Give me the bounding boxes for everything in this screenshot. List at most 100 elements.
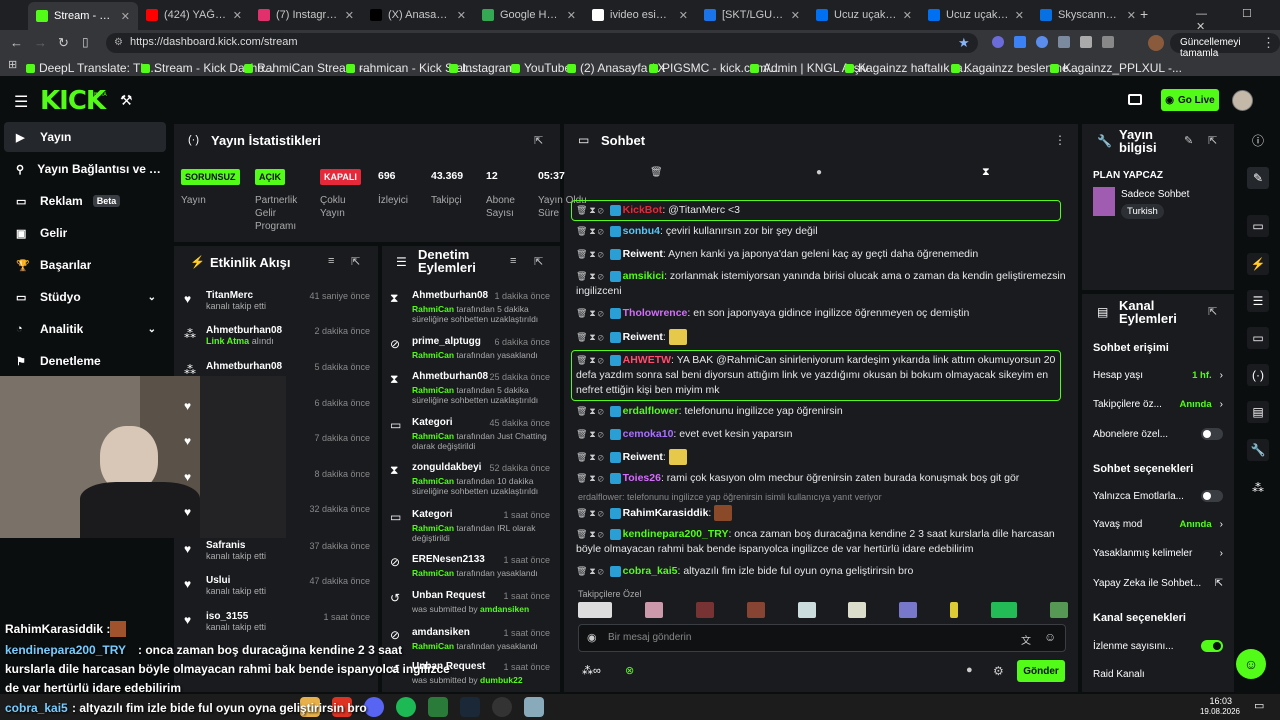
chat-username[interactable]: amsikici	[623, 270, 664, 282]
ai-chat-row[interactable]: Yapay Zeka ile Sohbet... ⇱	[1093, 578, 1223, 589]
browser-tab[interactable]: (424) YAĞMUR AL ✕	[138, 4, 250, 26]
chat-users-icon[interactable]: ●	[966, 664, 973, 676]
help-chat-icon[interactable]: ☺	[1236, 649, 1266, 679]
chat-username[interactable]: Tholowrence	[623, 307, 688, 319]
chat-username[interactable]: Reiwent	[623, 248, 663, 260]
emote-only-toggle[interactable]	[1201, 490, 1223, 502]
sidebar-item[interactable]: 🏆 Başarılar	[4, 250, 166, 280]
slow-mode-row[interactable]: Yavaş mod Anında ›	[1093, 519, 1223, 530]
sidebar-item[interactable]: ⚲ Yayın Bağlantısı ve Anahtarı	[4, 154, 166, 184]
bolt-icon[interactable]: ⚡	[1247, 253, 1269, 275]
mod-actions-icon[interactable]: 🗑⧗⊘	[576, 429, 606, 439]
close-icon[interactable]: ✕	[567, 9, 576, 22]
menu-dots-icon[interactable]: ⋮	[1262, 35, 1275, 51]
site-info-icon[interactable]: ⚙	[114, 37, 123, 48]
browser-tab[interactable]: (X) Anasayfa / X ✕	[362, 4, 474, 26]
trash-icon[interactable]: 🗑	[650, 167, 663, 178]
back-icon[interactable]: ←	[10, 35, 23, 50]
bookmark-item[interactable]: YouTube	[511, 61, 571, 75]
popout-icon[interactable]: ⇱	[1208, 305, 1217, 318]
mod-actions-icon[interactable]: 🗑⧗⊘	[576, 355, 606, 365]
browser-tab[interactable]: [SKT/LGU+]5G/4 ✕	[696, 4, 808, 26]
close-icon[interactable]: ✕	[345, 9, 354, 22]
popout-icon[interactable]: ⇱	[534, 134, 543, 147]
chat-mode-icon[interactable]: ●	[816, 167, 822, 178]
chat-username[interactable]: kendinepara200_TRY	[623, 528, 729, 540]
reload-icon[interactable]: ↻	[58, 35, 69, 51]
extension-icon[interactable]	[1014, 36, 1026, 48]
emote-icon[interactable]	[991, 602, 1017, 618]
followers-only-row[interactable]: Takipçilere öz... Anında ›	[1093, 399, 1223, 410]
chat-username[interactable]: cobra_kai5	[623, 565, 678, 577]
mod-actions-icon[interactable]: 🗑⧗⊘	[576, 473, 606, 483]
extensions-area[interactable]	[992, 36, 1142, 50]
pen-icon[interactable]: ✎	[1247, 167, 1269, 189]
mod-actions-icon[interactable]: 🗑⧗⊘	[576, 566, 606, 576]
chat-icon[interactable]: ▭	[1247, 327, 1269, 349]
browser-tab[interactable]: (7) Instagram ✕	[250, 4, 362, 26]
sidebar-item[interactable]: ⚑ Denetleme	[4, 346, 166, 376]
settings-icon[interactable]: ⊗	[625, 664, 634, 677]
sidebar-item[interactable]: ◔ Analitik ⌄	[4, 314, 166, 344]
close-icon[interactable]: ✕	[679, 9, 688, 22]
raid-row[interactable]: Raid Kanalı	[1093, 669, 1223, 680]
gear-icon[interactable]: ⚙	[993, 664, 1004, 678]
browser-tab[interactable]: Ucuz uçak bileti ✕	[920, 4, 1032, 26]
chat-menu-icon[interactable]: ⋮	[1054, 133, 1066, 147]
go-live-button[interactable]: ◉ Go Live	[1161, 89, 1219, 111]
browser-tab[interactable]: ivideo esim kore ✕	[584, 4, 696, 26]
dots-icon[interactable]: ⁂	[1247, 477, 1269, 499]
emote-icon[interactable]	[746, 602, 765, 618]
view-count-toggle[interactable]	[1201, 640, 1223, 652]
banned-words-row[interactable]: Yasaklanmış kelimeler ›	[1093, 548, 1223, 559]
popout-icon[interactable]: ⇱	[1208, 134, 1217, 147]
browser-tab[interactable]: Stream - Kick Dashboard ✕	[28, 2, 138, 30]
extension-icon[interactable]	[1058, 36, 1070, 48]
emote-icon[interactable]	[797, 602, 816, 618]
chat-username[interactable]: sonbu4	[623, 225, 660, 237]
list-icon[interactable]: ☰	[1247, 290, 1269, 312]
browser-tab[interactable]: Ucuz uçak bileti ✕	[808, 4, 920, 26]
bookmark-item[interactable]: Instagram	[449, 61, 515, 75]
emote-icon[interactable]	[1049, 602, 1068, 618]
panel-icon[interactable]: ▤	[1247, 401, 1269, 423]
edit-icon[interactable]: ✎	[1184, 134, 1193, 147]
close-icon[interactable]: ✕	[1127, 9, 1136, 22]
sidebar-item[interactable]: ▭ Reklam Beta	[4, 186, 166, 216]
shield-icon[interactable]	[1080, 36, 1092, 48]
chat-username[interactable]: Toies26	[623, 472, 661, 484]
forward-icon[interactable]: →	[34, 35, 47, 50]
chat-username[interactable]: erdalflower	[623, 405, 679, 417]
close-icon[interactable]: ✕	[791, 9, 800, 22]
hamburger-icon[interactable]: ☰	[14, 92, 28, 112]
card-icon[interactable]: ▭	[1247, 215, 1269, 237]
close-icon[interactable]: ✕	[233, 9, 242, 22]
chat-username[interactable]: Reiwent	[623, 331, 663, 343]
emote-icon[interactable]	[644, 602, 663, 618]
bookmark-item[interactable]: Kagainzz_PPLXUL -...	[1050, 61, 1182, 75]
emote-icon[interactable]	[695, 602, 714, 618]
hourglass-icon[interactable]: ⧗	[982, 166, 990, 179]
close-icon[interactable]: ✕	[1015, 9, 1024, 22]
filter-icon[interactable]: ≡	[510, 255, 516, 267]
mod-actions-icon[interactable]: 🗑⧗⊘	[576, 406, 606, 416]
chat-username[interactable]: cemoka10	[623, 428, 674, 440]
sidepanel-icon[interactable]: ▯	[82, 35, 89, 49]
mod-actions-icon[interactable]: 🗑⧗⊘	[576, 529, 606, 539]
sidebar-item[interactable]: ▶ Yayın	[4, 122, 166, 152]
emoji-icon[interactable]: ☺	[1044, 630, 1056, 644]
mod-actions-icon[interactable]: 🗑⧗⊘	[576, 508, 606, 518]
notification-icon[interactable]: ▭	[1254, 699, 1264, 712]
category-name[interactable]: Sadece Sohbet	[1121, 189, 1189, 200]
address-input[interactable]: https://dashboard.kick.com/stream	[106, 33, 978, 53]
chat-username[interactable]: RahimKarasiddik	[623, 507, 709, 519]
extension-icon[interactable]	[1036, 36, 1048, 48]
chat-username[interactable]: KickBot	[623, 204, 663, 216]
close-icon[interactable]: ✕	[121, 10, 130, 23]
stats-icon[interactable]: (·)	[1247, 364, 1269, 386]
mod-actions-icon[interactable]: 🗑⧗⊘	[576, 249, 606, 259]
wrench-icon[interactable]: 🔧	[1247, 439, 1269, 461]
extension-icon[interactable]	[992, 36, 1004, 48]
mod-actions-icon[interactable]: 🗑⧗⊘	[576, 452, 606, 462]
tag-chip[interactable]: Turkish	[1121, 204, 1164, 219]
